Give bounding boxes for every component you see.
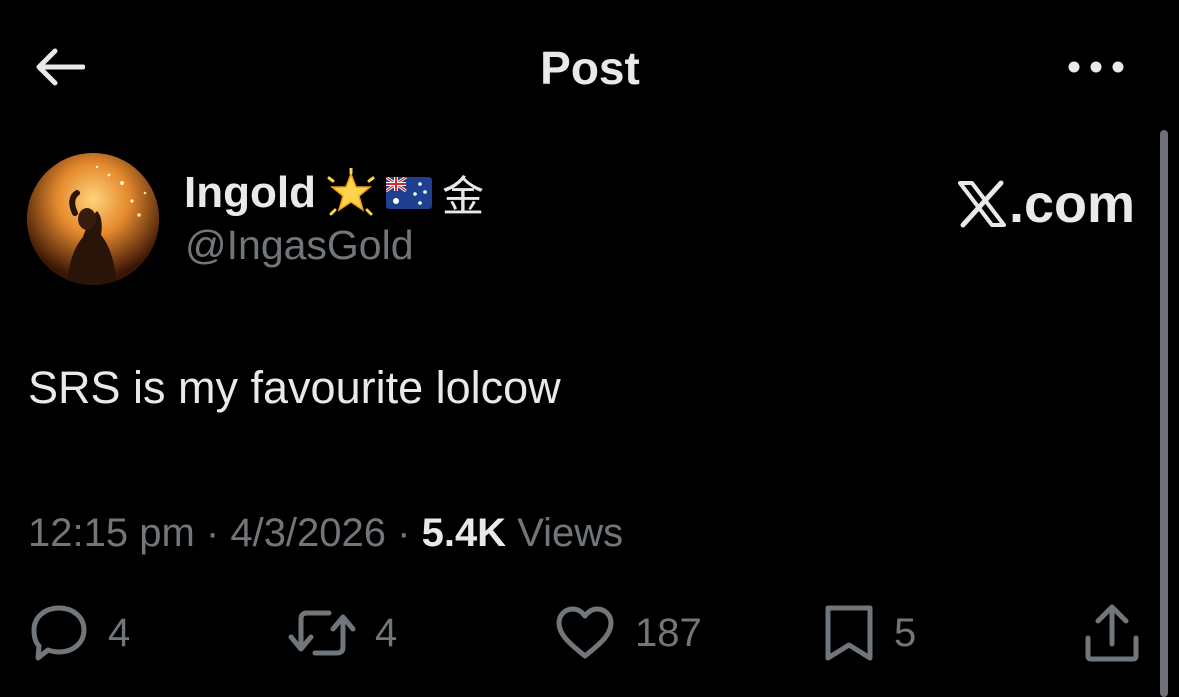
arrow-left-icon [36,48,85,86]
repost-count: 4 [375,610,398,655]
bookmark-count: 5 [894,610,917,655]
heart-icon [556,606,614,659]
reply-icon [31,605,87,661]
share-icon [1085,604,1139,662]
watermark-text: .com [1008,174,1135,234]
page-title: Post [540,42,640,94]
post-time[interactable]: 12:15 pm [28,511,195,556]
bookmark-button[interactable]: 5 [822,600,916,666]
display-name: Ingold [184,168,316,217]
x-watermark: .com [935,172,1135,236]
views-label[interactable]: Views [506,511,623,556]
australia-flag-icon [385,177,432,209]
avatar[interactable] [27,153,159,285]
meta-separator: · [386,510,422,555]
user-handle[interactable]: @IngasGold [185,222,414,269]
bookmark-icon [825,605,873,661]
scrollbar[interactable] [1160,130,1168,697]
x-logo-icon [957,180,1006,228]
more-options-button[interactable] [1060,44,1132,90]
reply-count: 4 [108,610,131,655]
like-button[interactable]: 187 [553,600,702,666]
like-count: 187 [635,610,702,655]
avatar-photo [27,153,159,285]
repost-button[interactable]: 4 [287,600,397,666]
share-button[interactable] [1082,600,1142,666]
glowing-star-icon [327,168,375,216]
post-meta: 12:15 pm · 4/3/2026 · 5.4K Views [28,506,623,560]
views-count[interactable]: 5.4K [422,511,507,556]
repost-icon [288,610,356,656]
author-name-row[interactable]: Ingold 金 [184,163,484,223]
post-text: SRS is my favourite lolcow [28,362,561,413]
name-suffix: 金 [441,171,484,221]
reply-button[interactable]: 4 [28,600,130,666]
back-button[interactable] [28,38,90,96]
meta-separator: · [194,510,231,555]
more-icon [1068,61,1124,73]
post-date[interactable]: 4/3/2026 [230,511,386,556]
